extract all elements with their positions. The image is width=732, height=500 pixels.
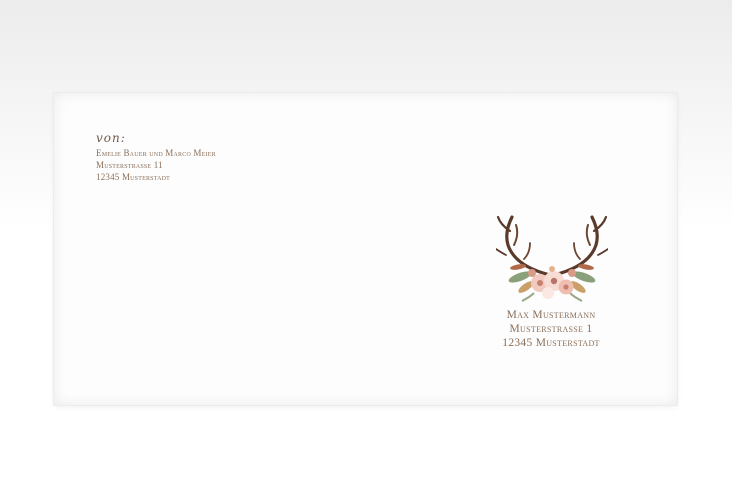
antler-floral-icon [496,215,608,302]
sender-street: Musterstrasse 11 [96,160,163,170]
sender-city: 12345 Musterstadt [96,172,171,182]
sender-name: Emelie Bauer und Marco Meier [96,148,216,158]
sender-from-label: von: [96,131,126,145]
recipient-city: 12345 Musterstadt [502,337,600,349]
sender-address: von: Emelie Bauer und Marco Meier Muster… [96,131,216,183]
recipient-street: Musterstrasse 1 [509,323,593,335]
recipient-address: Max Mustermann Musterstrasse 1 12345 Mus… [486,308,616,350]
envelope: von: Emelie Bauer und Marco Meier Muster… [54,93,677,405]
recipient-name: Max Mustermann [506,309,596,321]
